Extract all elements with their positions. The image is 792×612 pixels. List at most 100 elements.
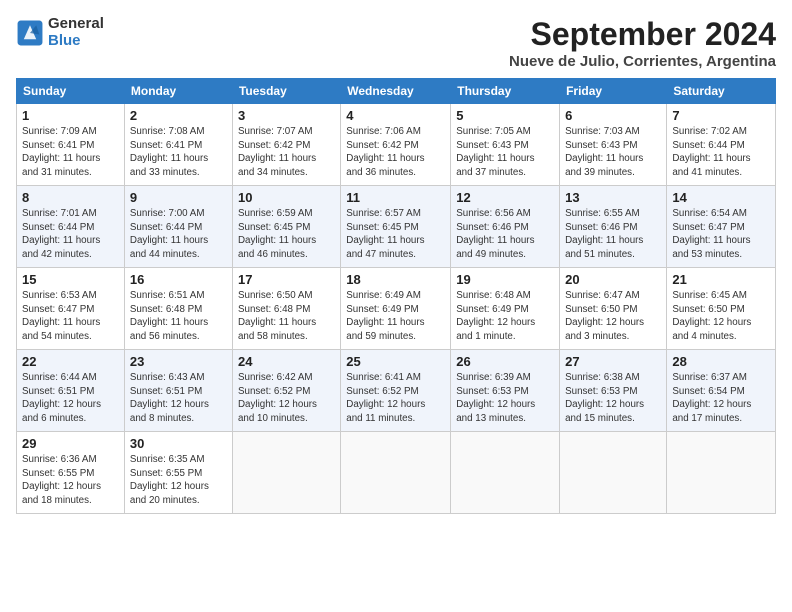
day-info: Sunrise: 6:55 AM Sunset: 6:46 PM Dayligh… [565, 207, 661, 262]
day-number: 22 [22, 354, 119, 369]
day-info: Sunrise: 7:09 AM Sunset: 6:41 PM Dayligh… [22, 125, 119, 180]
day-number: 18 [346, 272, 445, 287]
day-info: Sunrise: 6:51 AM Sunset: 6:48 PM Dayligh… [130, 289, 227, 344]
calendar-week-4: 29 Sunrise: 6:36 AM Sunset: 6:55 PM Dayli… [17, 432, 776, 514]
day-number: 9 [130, 190, 227, 205]
day-info: Sunrise: 6:44 AM Sunset: 6:51 PM Dayligh… [22, 371, 119, 426]
calendar-cell: 22 Sunrise: 6:44 AM Sunset: 6:51 PM Dayli… [17, 350, 125, 432]
day-header-saturday: Saturday [667, 79, 776, 104]
day-header-friday: Friday [560, 79, 667, 104]
calendar-cell: 30Sunrise: 6:35 AM Sunset: 6:55 PM Dayli… [124, 432, 232, 514]
calendar-cell: 26 Sunrise: 6:39 AM Sunset: 6:53 PM Dayli… [451, 350, 560, 432]
day-number: 10 [238, 190, 335, 205]
day-info: Sunrise: 7:08 AM Sunset: 6:41 PM Dayligh… [130, 125, 227, 180]
calendar-cell: 13 Sunrise: 6:55 AM Sunset: 6:46 PM Dayli… [560, 186, 667, 268]
calendar-cell: 8 Sunrise: 7:01 AM Sunset: 6:44 PM Daylig… [17, 186, 125, 268]
calendar-cell [560, 432, 667, 514]
day-number: 28 [672, 354, 770, 369]
calendar-cell: 11 Sunrise: 6:57 AM Sunset: 6:45 PM Dayli… [341, 186, 451, 268]
day-info: Sunrise: 6:49 AM Sunset: 6:49 PM Dayligh… [346, 289, 445, 344]
calendar-table: SundayMondayTuesdayWednesdayThursdayFrid… [16, 78, 776, 514]
calendar-cell: 12Sunrise: 6:56 AM Sunset: 6:46 PM Dayli… [451, 186, 560, 268]
day-number: 29 [22, 436, 119, 451]
calendar-cell [341, 432, 451, 514]
day-info: Sunrise: 6:38 AM Sunset: 6:53 PM Dayligh… [565, 371, 661, 426]
day-info: Sunrise: 6:35 AM Sunset: 6:55 PM Dayligh… [130, 453, 227, 508]
day-info: Sunrise: 6:39 AM Sunset: 6:53 PM Dayligh… [456, 371, 554, 426]
day-info: Sunrise: 6:41 AM Sunset: 6:52 PM Dayligh… [346, 371, 445, 426]
day-number: 1 [22, 108, 119, 123]
calendar-cell: 9Sunrise: 7:00 AM Sunset: 6:44 PM Daylig… [124, 186, 232, 268]
day-number: 20 [565, 272, 661, 287]
day-number: 26 [456, 354, 554, 369]
calendar-cell: 1 Sunrise: 7:09 AM Sunset: 6:41 PM Daylig… [17, 104, 125, 186]
day-number: 17 [238, 272, 335, 287]
calendar-cell: 24 Sunrise: 6:42 AM Sunset: 6:52 PM Dayli… [232, 350, 340, 432]
calendar-cell: 29 Sunrise: 6:36 AM Sunset: 6:55 PM Dayli… [17, 432, 125, 514]
location: Nueve de Julio, Corrientes, Argentina [509, 53, 776, 70]
day-info: Sunrise: 6:56 AM Sunset: 6:46 PM Dayligh… [456, 207, 554, 262]
day-header-monday: Monday [124, 79, 232, 104]
calendar-week-0: 1 Sunrise: 7:09 AM Sunset: 6:41 PM Daylig… [17, 104, 776, 186]
day-info: Sunrise: 7:03 AM Sunset: 6:43 PM Dayligh… [565, 125, 661, 180]
calendar-cell: 10 Sunrise: 6:59 AM Sunset: 6:45 PM Dayli… [232, 186, 340, 268]
day-info: Sunrise: 6:50 AM Sunset: 6:48 PM Dayligh… [238, 289, 335, 344]
calendar-cell: 17 Sunrise: 6:50 AM Sunset: 6:48 PM Dayli… [232, 268, 340, 350]
calendar-cell [232, 432, 340, 514]
day-info: Sunrise: 6:43 AM Sunset: 6:51 PM Dayligh… [130, 371, 227, 426]
day-number: 25 [346, 354, 445, 369]
calendar-cell: 21 Sunrise: 6:45 AM Sunset: 6:50 PM Dayli… [667, 268, 776, 350]
day-header-tuesday: Tuesday [232, 79, 340, 104]
day-number: 16 [130, 272, 227, 287]
day-info: Sunrise: 7:07 AM Sunset: 6:42 PM Dayligh… [238, 125, 335, 180]
day-number: 4 [346, 108, 445, 123]
day-header-wednesday: Wednesday [341, 79, 451, 104]
logo-icon [16, 19, 44, 47]
calendar-week-1: 8 Sunrise: 7:01 AM Sunset: 6:44 PM Daylig… [17, 186, 776, 268]
day-number: 13 [565, 190, 661, 205]
day-info: Sunrise: 6:47 AM Sunset: 6:50 PM Dayligh… [565, 289, 661, 344]
day-info: Sunrise: 6:36 AM Sunset: 6:55 PM Dayligh… [22, 453, 119, 508]
day-number: 3 [238, 108, 335, 123]
logo: General Blue [16, 16, 104, 49]
calendar-cell: 23Sunrise: 6:43 AM Sunset: 6:51 PM Dayli… [124, 350, 232, 432]
day-number: 27 [565, 354, 661, 369]
calendar-cell: 15Sunrise: 6:53 AM Sunset: 6:47 PM Dayli… [17, 268, 125, 350]
month-title: September 2024 [509, 16, 776, 53]
day-info: Sunrise: 6:42 AM Sunset: 6:52 PM Dayligh… [238, 371, 335, 426]
calendar-cell: 27 Sunrise: 6:38 AM Sunset: 6:53 PM Dayli… [560, 350, 667, 432]
header: General Blue September 2024 Nueve de Jul… [16, 16, 776, 70]
calendar-cell: 18 Sunrise: 6:49 AM Sunset: 6:49 PM Dayli… [341, 268, 451, 350]
day-number: 8 [22, 190, 119, 205]
day-info: Sunrise: 7:01 AM Sunset: 6:44 PM Dayligh… [22, 207, 119, 262]
calendar-cell: 19Sunrise: 6:48 AM Sunset: 6:49 PM Dayli… [451, 268, 560, 350]
day-info: Sunrise: 6:54 AM Sunset: 6:47 PM Dayligh… [672, 207, 770, 262]
day-info: Sunrise: 7:06 AM Sunset: 6:42 PM Dayligh… [346, 125, 445, 180]
day-number: 24 [238, 354, 335, 369]
calendar-cell: 16 Sunrise: 6:51 AM Sunset: 6:48 PM Dayli… [124, 268, 232, 350]
day-info: Sunrise: 6:45 AM Sunset: 6:50 PM Dayligh… [672, 289, 770, 344]
calendar-week-2: 15Sunrise: 6:53 AM Sunset: 6:47 PM Dayli… [17, 268, 776, 350]
day-number: 11 [346, 190, 445, 205]
day-info: Sunrise: 6:37 AM Sunset: 6:54 PM Dayligh… [672, 371, 770, 426]
day-number: 14 [672, 190, 770, 205]
calendar-week-3: 22 Sunrise: 6:44 AM Sunset: 6:51 PM Dayli… [17, 350, 776, 432]
day-header-thursday: Thursday [451, 79, 560, 104]
day-info: Sunrise: 6:57 AM Sunset: 6:45 PM Dayligh… [346, 207, 445, 262]
day-number: 5 [456, 108, 554, 123]
calendar-header-row: SundayMondayTuesdayWednesdayThursdayFrid… [17, 79, 776, 104]
calendar-cell: 2 Sunrise: 7:08 AM Sunset: 6:41 PM Daylig… [124, 104, 232, 186]
calendar-cell: 3 Sunrise: 7:07 AM Sunset: 6:42 PM Daylig… [232, 104, 340, 186]
logo-line2: Blue [48, 33, 104, 50]
calendar-cell: 4 Sunrise: 7:06 AM Sunset: 6:42 PM Daylig… [341, 104, 451, 186]
day-info: Sunrise: 6:59 AM Sunset: 6:45 PM Dayligh… [238, 207, 335, 262]
day-number: 2 [130, 108, 227, 123]
calendar-cell: 28 Sunrise: 6:37 AM Sunset: 6:54 PM Dayli… [667, 350, 776, 432]
day-info: Sunrise: 6:53 AM Sunset: 6:47 PM Dayligh… [22, 289, 119, 344]
calendar-cell: 14 Sunrise: 6:54 AM Sunset: 6:47 PM Dayli… [667, 186, 776, 268]
day-header-sunday: Sunday [17, 79, 125, 104]
day-info: Sunrise: 7:05 AM Sunset: 6:43 PM Dayligh… [456, 125, 554, 180]
calendar-cell [451, 432, 560, 514]
calendar-cell: 20 Sunrise: 6:47 AM Sunset: 6:50 PM Dayli… [560, 268, 667, 350]
day-number: 21 [672, 272, 770, 287]
